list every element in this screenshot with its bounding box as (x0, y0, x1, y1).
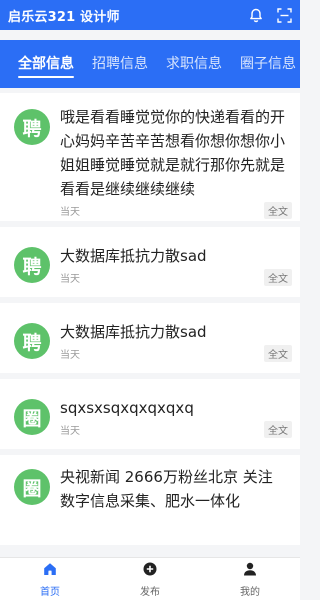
bell-icon[interactable] (249, 8, 263, 23)
tab-all[interactable]: 全部信息 (18, 40, 74, 88)
recruit-badge: 聘 (14, 109, 50, 145)
list-item[interactable]: 圈 央视新闻 2666万粉丝北京 关注 数字信息采集、肥水一体化 (0, 455, 300, 545)
nav-home[interactable]: 首页 (0, 558, 100, 600)
post-text: 大数据库抵抗力散sad (60, 323, 207, 341)
post-text: 央视新闻 2666万粉丝北京 关注 数字信息采集、肥水一体化 (60, 468, 273, 510)
scan-icon[interactable] (277, 7, 292, 23)
list-item[interactable]: 聘 大数据库抵抗力散sad 当天 全文 (0, 303, 300, 373)
tab-recruitment[interactable]: 招聘信息 (92, 40, 148, 88)
plus-circle-icon (143, 561, 157, 580)
nav-publish[interactable]: 发布 (100, 558, 200, 600)
circle-badge: 圈 (14, 469, 50, 505)
category-tabs: 全部信息 招聘信息 求职信息 圈子信息 (0, 40, 300, 88)
full-text-button[interactable]: 全文 (264, 269, 292, 286)
nav-home-label: 首页 (40, 586, 60, 598)
tab-circle[interactable]: 圈子信息 (240, 40, 296, 88)
circle-badge: 圈 (14, 399, 50, 435)
nav-publish-label: 发布 (140, 586, 160, 598)
post-text: 大数据库抵抗力散sad (60, 247, 207, 265)
list-item[interactable]: 圈 sqxsxsqxqxqxqxq 当天 全文 (0, 379, 300, 449)
post-text: 哦是看看睡觉觉你的快递看看的开心妈妈辛苦辛苦想看你想你想你小姐姐睡觉睡觉就是就行… (60, 108, 286, 198)
tab-job-seeking[interactable]: 求职信息 (166, 40, 222, 88)
post-time: 当天 (60, 207, 80, 218)
list-item[interactable]: 聘 哦是看看睡觉觉你的快递看看的开心妈妈辛苦辛苦想看你想你想你小姐姐睡觉睡觉就是… (0, 93, 300, 221)
post-text: sqxsxsqxqxqxqxq (60, 399, 194, 417)
full-text-button[interactable]: 全文 (264, 345, 292, 362)
full-text-button[interactable]: 全文 (264, 421, 292, 438)
recruit-badge: 聘 (14, 323, 50, 359)
full-text-button[interactable]: 全文 (264, 202, 292, 219)
top-bar: 启乐云321 设计师 (0, 0, 300, 30)
post-time: 当天 (60, 426, 80, 437)
post-list: 聘 哦是看看睡觉觉你的快递看看的开心妈妈辛苦辛苦想看你想你想你小姐姐睡觉睡觉就是… (0, 93, 300, 557)
post-time: 当天 (60, 274, 80, 285)
recruit-badge: 聘 (14, 247, 50, 283)
bottom-nav: 首页 发布 我的 (0, 557, 300, 600)
app-title: 启乐云321 设计师 (8, 9, 120, 25)
list-item[interactable]: 聘 大数据库抵抗力散sad 当天 全文 (0, 227, 300, 297)
nav-mine[interactable]: 我的 (200, 558, 300, 600)
post-time: 当天 (60, 350, 80, 361)
nav-mine-label: 我的 (240, 586, 260, 598)
home-icon (43, 561, 57, 580)
user-icon (243, 561, 257, 580)
